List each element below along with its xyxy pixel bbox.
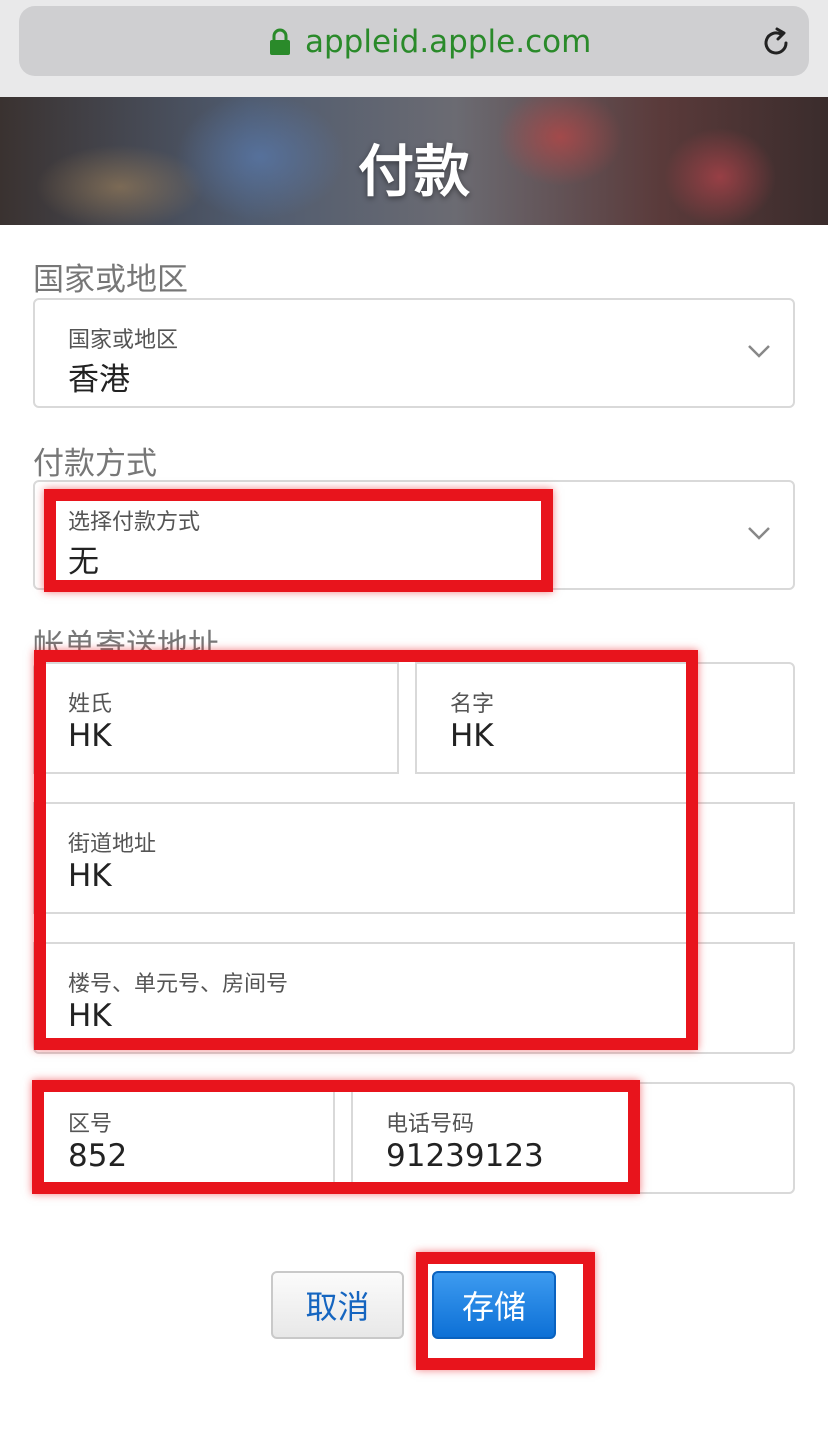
phone-number-value: 91239123	[386, 1138, 544, 1174]
phone-number-field[interactable]: 电话号码 91239123	[351, 1082, 795, 1194]
browser-toolbar: appleid.apple.com	[0, 0, 828, 97]
page-title: 付款	[358, 140, 470, 205]
street-address-value: HK	[68, 858, 112, 894]
first-name-field[interactable]: 名字 HK	[415, 662, 795, 774]
unit-number-label: 楼号、单元号、房间号	[68, 972, 289, 997]
chevron-down-icon	[748, 527, 770, 540]
lock-icon	[270, 28, 290, 55]
phone-number-label: 电话号码	[386, 1112, 475, 1137]
save-button[interactable]: 存储	[432, 1271, 556, 1339]
page-banner: 付款	[0, 97, 828, 225]
area-code-value: 852	[68, 1138, 128, 1174]
country-label: 国家或地区	[68, 328, 179, 353]
first-name-value: HK	[450, 718, 494, 754]
area-code-label: 区号	[68, 1112, 113, 1137]
payment-method-select[interactable]: 选择付款方式 无	[33, 480, 795, 590]
country-heading: 国家或地区	[33, 262, 188, 298]
url-display[interactable]: appleid.apple.com	[269, 24, 591, 60]
last-name-value: HK	[68, 718, 112, 754]
street-address-field[interactable]: 街道地址 HK	[33, 802, 795, 914]
payment-method-label: 选择付款方式	[68, 510, 201, 535]
unit-number-value: HK	[68, 998, 112, 1034]
unit-number-field[interactable]: 楼号、单元号、房间号 HK	[33, 942, 795, 1054]
url-text: appleid.apple.com	[305, 24, 592, 60]
payment-heading: 付款方式	[33, 446, 157, 482]
last-name-field[interactable]: 姓氏 HK	[33, 662, 399, 774]
first-name-label: 名字	[450, 692, 495, 717]
reload-icon[interactable]	[759, 26, 793, 60]
area-code-field[interactable]: 区号 852	[33, 1082, 335, 1194]
url-bar[interactable]: appleid.apple.com	[19, 6, 809, 76]
country-value: 香港	[68, 362, 130, 398]
last-name-label: 姓氏	[68, 692, 113, 717]
billing-heading: 帐单寄送地址	[33, 628, 219, 664]
chevron-down-icon	[748, 345, 770, 358]
country-select[interactable]: 国家或地区 香港	[33, 298, 795, 408]
payment-method-value: 无	[68, 544, 99, 580]
cancel-button[interactable]: 取消	[271, 1271, 404, 1339]
street-address-label: 街道地址	[68, 832, 157, 857]
